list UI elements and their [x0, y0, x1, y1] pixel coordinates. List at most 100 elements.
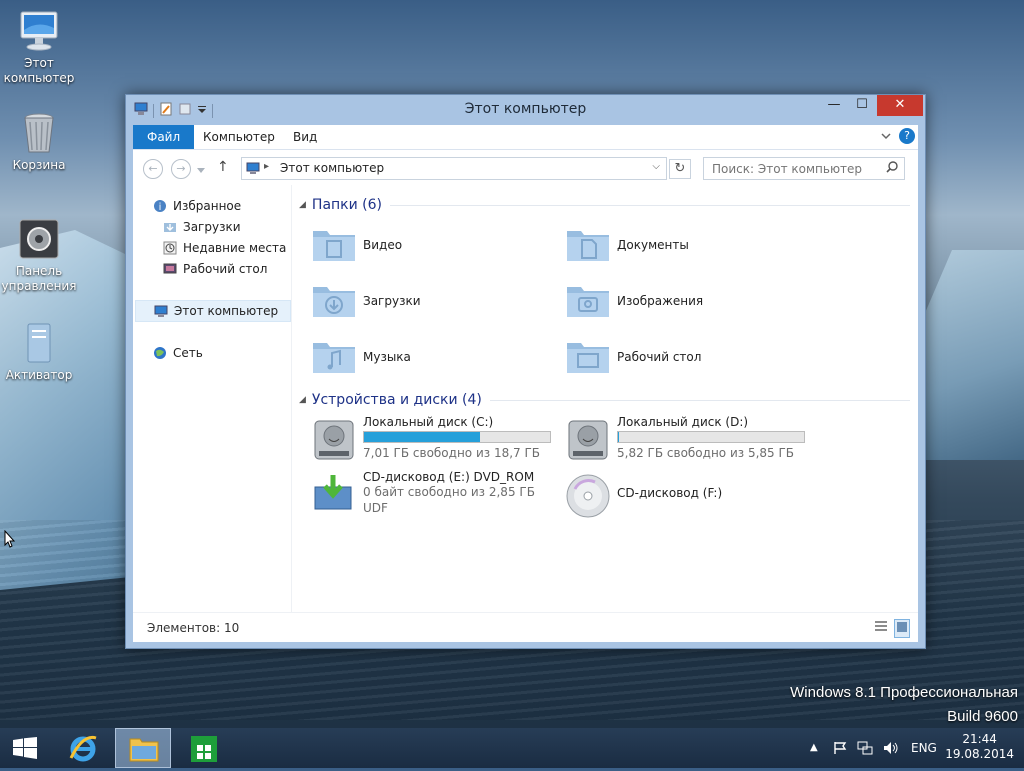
folder-icon: [18, 322, 60, 364]
search-box[interactable]: [703, 157, 905, 180]
computer-icon: [18, 10, 60, 52]
large-icons-view-icon[interactable]: [894, 619, 910, 638]
music-folder-icon: [311, 337, 357, 377]
drive-e[interactable]: CD-дисковод (E:) DVD_ROM 0 байт свободно…: [311, 467, 561, 519]
computer-small-icon: [154, 304, 168, 318]
folder-label: Видео: [363, 238, 403, 252]
hard-drive-icon: [565, 418, 611, 460]
pictures-folder-icon: [565, 281, 611, 321]
nav-desktop[interactable]: Рабочий стол: [163, 259, 267, 279]
refresh-button[interactable]: ↻: [669, 159, 691, 179]
details-view-icon[interactable]: [874, 620, 888, 637]
folder-documents[interactable]: Документы: [565, 221, 815, 269]
action-center-icon[interactable]: [833, 728, 847, 768]
volume-icon[interactable]: [883, 728, 899, 768]
desktop-icon-label: Корзина: [12, 158, 66, 172]
status-bar: Элементов: 10: [133, 612, 918, 642]
folder-label: Документы: [617, 238, 689, 252]
recent-places-icon: [163, 241, 177, 255]
folder-label: Изображения: [617, 294, 704, 308]
disk-usage-fill: [618, 432, 619, 442]
group-divider: [390, 204, 910, 206]
drive-c[interactable]: Локальный диск (C:) 7,01 ГБ свободно из …: [311, 413, 561, 463]
hard-drive-icon: [311, 418, 357, 460]
help-icon[interactable]: ?: [899, 128, 915, 144]
group-header-devices[interactable]: ◢ Устройства и диски (4): [299, 389, 910, 411]
folder-music[interactable]: Музыка: [311, 333, 561, 381]
desktop-icon-activator[interactable]: Активатор: [1, 322, 77, 383]
title-bar[interactable]: Этот компьютер — ☐ ✕: [126, 95, 925, 123]
search-icon[interactable]: [886, 161, 898, 176]
nav-item-label: Сеть: [173, 346, 203, 360]
main-pane: ◢ Папки (6) Видео Документы Загрузки Изо…: [299, 185, 918, 612]
downloads-folder-icon: [311, 281, 357, 321]
up-button[interactable]: ↑: [217, 159, 229, 175]
content-area: i Избранное Загрузки Недавние места Рабо…: [133, 185, 918, 612]
input-language-indicator[interactable]: ENG: [911, 728, 937, 768]
desktop-icon-recycle-bin[interactable]: Корзина: [1, 112, 77, 173]
collapse-arrow-icon: ◢: [299, 395, 306, 405]
desktop-icon: [163, 262, 177, 276]
recycle-bin-icon: [18, 112, 60, 154]
clock[interactable]: 21:44 19.08.2014: [945, 732, 1014, 762]
forward-button[interactable]: →: [171, 159, 191, 179]
search-input[interactable]: [710, 160, 884, 178]
folder-video[interactable]: Видео: [311, 221, 561, 269]
start-button[interactable]: [0, 728, 56, 768]
maximize-button[interactable]: ☐: [847, 95, 877, 116]
nav-downloads[interactable]: Загрузки: [163, 217, 241, 237]
nav-recent-places[interactable]: Недавние места: [163, 238, 286, 258]
dvd-drive-icon: [311, 473, 357, 513]
desktop-icon-label: Этот: [24, 56, 54, 70]
nav-item-label: Этот компьютер: [174, 304, 279, 318]
drive-label: CD-дисковод (F:): [617, 486, 723, 500]
tab-computer[interactable]: Компьютер: [189, 125, 289, 149]
back-button[interactable]: ←: [143, 159, 163, 179]
navigation-pane: i Избранное Загрузки Недавние места Рабо…: [133, 185, 292, 612]
windows-build-text: Build 9600: [947, 708, 1018, 725]
drive-f[interactable]: CD-дисковод (F:): [565, 467, 815, 519]
windows-logo-icon: [13, 737, 37, 759]
address-dropdown-icon[interactable]: ⌵: [652, 161, 660, 172]
desktop-icon-control-panel[interactable]: Панель управления: [1, 218, 77, 294]
drive-free-space: 5,82 ГБ свободно из 5,85 ГБ: [617, 446, 795, 460]
folder-downloads[interactable]: Загрузки: [311, 277, 561, 325]
nav-item-label: Рабочий стол: [183, 262, 268, 276]
folder-desktop[interactable]: Рабочий стол: [565, 333, 815, 381]
tab-view[interactable]: Вид: [279, 125, 331, 149]
nav-favorites[interactable]: i Избранное: [153, 196, 241, 216]
svg-text:i: i: [159, 202, 162, 213]
folder-pictures[interactable]: Изображения: [565, 277, 815, 325]
breadcrumb-arrow-icon[interactable]: ▸: [264, 161, 269, 172]
desktop-icon-label: Панель: [15, 264, 63, 278]
tab-file[interactable]: Файл: [133, 125, 195, 149]
taskbar-file-explorer[interactable]: [115, 728, 171, 768]
minimize-button[interactable]: —: [819, 95, 849, 116]
clock-date: 19.08.2014: [945, 747, 1014, 761]
ribbon-tabs: Файл Компьютер Вид ?: [133, 125, 918, 149]
nav-network[interactable]: Сеть: [153, 343, 203, 363]
recent-locations-icon[interactable]: [197, 163, 205, 177]
desktop-icon-label: Активатор: [5, 368, 73, 382]
address-text: Этот компьютер: [280, 161, 385, 175]
address-bar[interactable]: ▸ Этот компьютер ⌵: [241, 157, 667, 180]
control-panel-icon: [18, 218, 60, 260]
nav-item-label: Недавние места: [183, 241, 287, 255]
nav-this-pc[interactable]: Этот компьютер: [135, 300, 291, 322]
folder-label: Рабочий стол: [617, 350, 702, 364]
desktop-folder-icon: [565, 337, 611, 377]
taskbar-internet-explorer[interactable]: [56, 728, 112, 768]
group-title: Папки (6): [311, 197, 383, 213]
drive-label: CD-дисковод (E:) DVD_ROM: [363, 470, 535, 484]
disk-usage-bar: [617, 431, 805, 443]
ribbon-expand-icon[interactable]: [880, 130, 892, 145]
drive-d[interactable]: Локальный диск (D:) 5,82 ГБ свободно из …: [565, 413, 815, 463]
desktop-icon-this-pc[interactable]: Этот компьютер: [1, 10, 77, 86]
taskbar-store[interactable]: [176, 728, 232, 768]
group-header-folders[interactable]: ◢ Папки (6): [299, 194, 910, 216]
show-hidden-icons-button[interactable]: ▲: [810, 728, 818, 768]
close-button[interactable]: ✕: [877, 95, 923, 116]
internet-explorer-icon: [69, 735, 97, 762]
network-tray-icon[interactable]: [857, 728, 873, 768]
windows-edition-text: Windows 8.1 Профессиональная: [790, 684, 1018, 701]
